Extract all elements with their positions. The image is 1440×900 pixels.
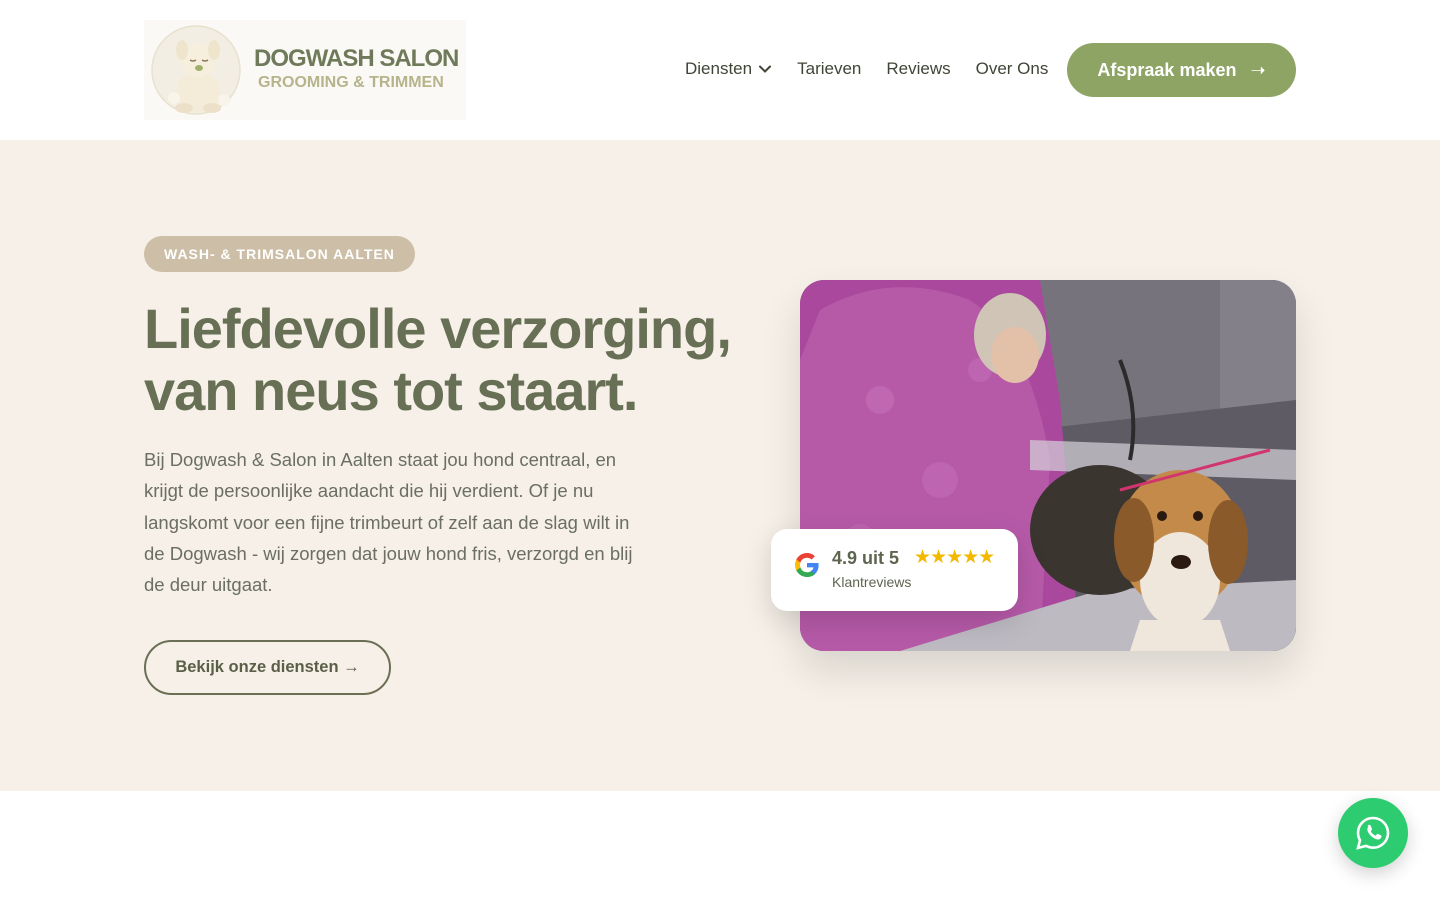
whatsapp-icon [1356,816,1390,850]
site-header: DOGWASH SALON GROOMING & TRIMMEN Dienste… [0,0,1440,140]
nav-item-label: Over Ons [975,59,1049,78]
hero-headline: Liefdevolle verzorging, van neus tot sta… [144,298,764,422]
view-services-button[interactable]: Bekijk onze diensten → [144,640,391,695]
location-badge: WASH- & TRIMSALON AALTEN [144,236,415,272]
nav-item-reviews[interactable]: Reviews [886,58,950,80]
nav-item-diensten[interactable]: Diensten [685,58,772,80]
main-nav: Diensten Tarieven Reviews Over Ons [685,58,1048,80]
logo-title: DOGWASH SALON [254,45,459,72]
logo-subtitle: GROOMING & TRIMMEN [258,74,444,91]
arrow-right-icon: ➝ [1250,59,1266,80]
nav-item-over-ons[interactable]: Over Ons [976,58,1049,80]
nav-item-label: Reviews [886,59,951,78]
afspraak-maken-button[interactable]: Afspraak maken ➝ [1067,43,1296,97]
star-rating-icon: ★★★★★ [914,547,995,568]
nav-item-tarieven[interactable]: Tarieven [797,58,861,80]
logo[interactable]: DOGWASH SALON GROOMING & TRIMMEN [144,20,466,120]
rating-value: 4.9 uit 5 [832,548,900,568]
google-review-card[interactable]: 4.9 uit 5 ★★★★★ Klantreviews [771,529,1018,611]
cta-label: Afspraak maken [1097,59,1237,80]
nav-item-label: Tarieven [797,59,862,78]
hero-intro-text: Bij Dogwash & Salon in Aalten staat jou … [144,449,633,596]
headline-line-2: van neus tot staart. [144,359,638,422]
reviews-label: Klantreviews [832,574,912,590]
chevron-down-icon [759,65,772,73]
whatsapp-button[interactable] [1338,798,1408,868]
hero-section: WASH- & TRIMSALON AALTEN Liefdevolle ver… [0,140,1440,791]
nav-item-label: Diensten [685,59,753,78]
google-icon [795,553,819,577]
dog-mascot-icon [144,20,244,120]
headline-line-1: Liefdevolle verzorging, [144,297,732,360]
